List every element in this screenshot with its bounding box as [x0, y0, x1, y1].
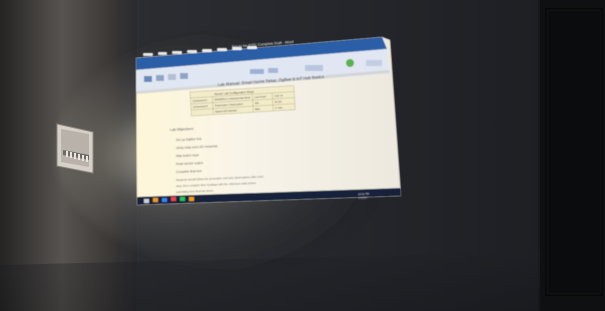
electrical-panel [56, 123, 94, 174]
taskbar-time: 12:41 PM [358, 192, 369, 196]
photo-scene: Figure for IOTC Complete Draft - Word La… [0, 0, 605, 311]
green-status-icon [346, 59, 354, 67]
projected-word-window: Figure for IOTC Complete Draft - Word La… [136, 37, 401, 205]
table-cell: 5V DC [275, 100, 282, 103]
table-cell: 2" pins [275, 106, 283, 109]
table-cell: Blue [255, 108, 261, 111]
room-photo: Figure for IOTC Complete Draft - Word La… [0, 0, 605, 311]
table-cell: 3.3V 1A [274, 94, 283, 98]
door-frame [540, 0, 605, 311]
